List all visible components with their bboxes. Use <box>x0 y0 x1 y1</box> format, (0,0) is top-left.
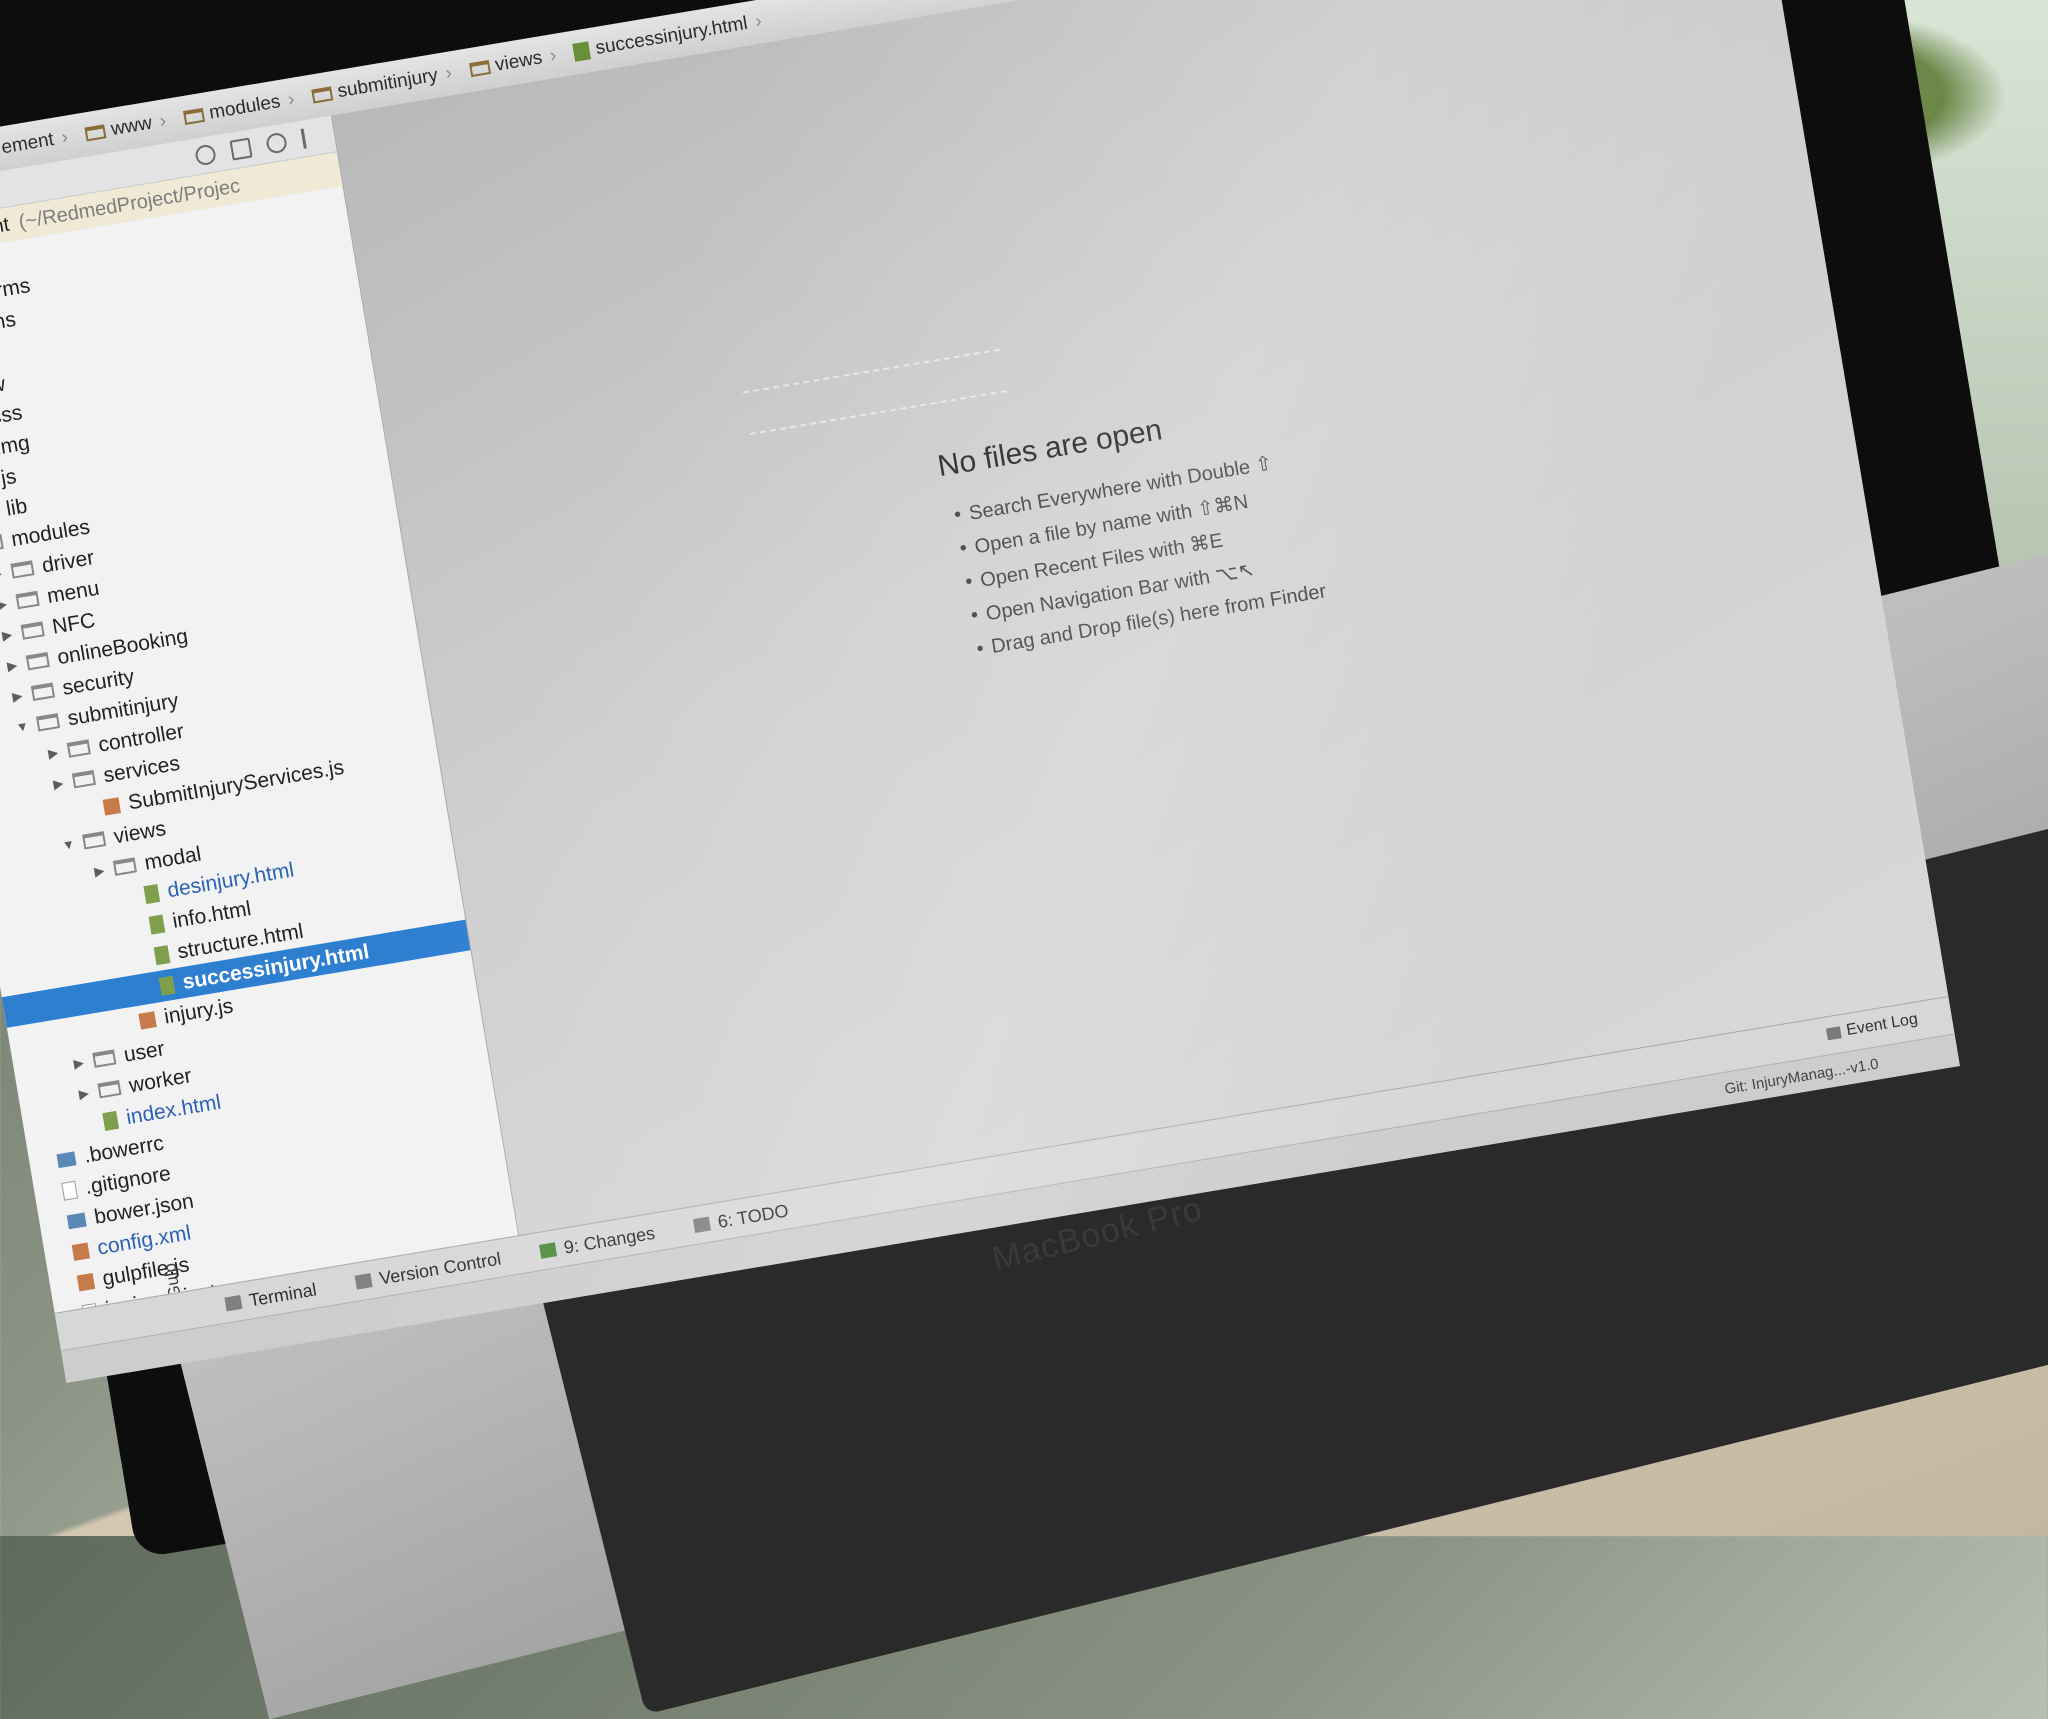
expand-right-icon[interactable]: ▶ <box>45 744 61 762</box>
folder-icon <box>182 107 205 126</box>
expand-right-icon <box>46 1223 60 1225</box>
breadcrumb-separator-icon: › <box>548 44 558 67</box>
html-icon <box>143 883 161 904</box>
expand-right-icon[interactable]: ▶ <box>0 565 5 583</box>
expand-right-icon[interactable]: ▶ <box>4 656 20 674</box>
expand-right-icon <box>41 1193 55 1195</box>
folder-icon <box>468 60 491 78</box>
expand-right-icon[interactable]: ▶ <box>91 862 107 880</box>
file-icon <box>61 1180 78 1201</box>
html-icon <box>102 1110 119 1131</box>
empty-editor-hints: Search Everywhere with Double ⇧Open a fi… <box>952 440 1329 666</box>
json-icon <box>66 1212 87 1229</box>
event-log-icon <box>1825 1026 1842 1041</box>
expand-down-icon[interactable]: ▼ <box>14 718 30 735</box>
editor-watermark <box>742 348 1007 435</box>
event-log-label: Event Log <box>1845 1010 1920 1040</box>
expand-right-icon <box>133 957 147 959</box>
js-icon <box>76 1272 96 1291</box>
breadcrumb-label: views <box>493 47 544 76</box>
html-icon <box>158 975 176 996</box>
bottom-tab-label: 6: TODO <box>716 1199 790 1232</box>
breadcrumb-separator-icon: › <box>753 10 764 33</box>
folder-icon <box>0 533 4 553</box>
folder-icon <box>10 560 35 579</box>
expand-right-icon <box>82 1123 96 1125</box>
folder-icon <box>15 590 40 610</box>
html-icon <box>148 914 166 935</box>
folder-icon <box>311 86 334 104</box>
breadcrumb-label: ement <box>0 129 56 159</box>
expand-right-icon <box>51 1254 65 1256</box>
expand-right-icon <box>36 1162 50 1164</box>
breadcrumb-label: www <box>109 112 154 141</box>
expand-right-icon[interactable]: ▶ <box>76 1084 92 1102</box>
breadcrumb-separator-icon: › <box>59 126 70 149</box>
expand-right-icon <box>56 1284 70 1286</box>
breadcrumb-item[interactable]: www › <box>72 110 168 147</box>
expand-right-icon[interactable]: ▶ <box>0 626 15 644</box>
breadcrumb-separator-icon: › <box>443 62 454 85</box>
todo-icon <box>693 1216 712 1233</box>
html-icon <box>153 944 171 965</box>
vcs-icon <box>354 1273 373 1290</box>
folder-icon <box>84 124 107 142</box>
expand-down-icon[interactable]: ▼ <box>60 836 76 853</box>
sync-icon[interactable] <box>194 143 218 167</box>
expand-right-icon[interactable]: ▶ <box>50 774 66 792</box>
breadcrumb-label: submitinjury <box>336 64 440 103</box>
expand-right-icon[interactable]: ▶ <box>70 1054 86 1072</box>
js-icon <box>71 1241 90 1261</box>
bottom-tab-label: Terminal <box>247 1278 318 1310</box>
js-icon <box>138 1010 157 1030</box>
breadcrumb-separator-icon: › <box>158 110 168 132</box>
js-icon <box>102 796 121 816</box>
tree-item-label: NFC <box>50 608 97 639</box>
folder-icon <box>112 857 137 876</box>
collapse-all-icon[interactable] <box>229 137 253 161</box>
folder-icon <box>25 651 50 671</box>
gear-icon[interactable] <box>265 131 289 155</box>
folder-icon <box>82 831 107 850</box>
changes-icon <box>539 1242 558 1259</box>
folder-icon <box>66 739 91 758</box>
expand-right-icon <box>138 988 152 990</box>
breadcrumb-label: modules <box>207 91 282 124</box>
folder-icon <box>30 682 56 701</box>
tree-item-label: user <box>122 1036 167 1067</box>
terminal-icon <box>224 1294 243 1312</box>
tree-item-label: js <box>0 464 18 490</box>
expand-right-icon[interactable]: ▶ <box>9 687 25 705</box>
expand-right-icon[interactable]: ▶ <box>0 595 10 613</box>
tree-item-label: css <box>0 400 24 429</box>
html-file-icon <box>572 41 592 62</box>
folder-icon <box>35 713 61 732</box>
breadcrumb-item[interactable]: ement › <box>0 127 70 160</box>
tree-item-label: lib <box>4 493 29 521</box>
breadcrumb-item[interactable]: views › <box>456 45 558 83</box>
tree-item-label: img <box>0 430 32 459</box>
expand-right-icon <box>123 896 137 898</box>
expand-right-icon <box>82 809 96 811</box>
folder-icon <box>71 769 97 789</box>
breadcrumb-separator-icon: › <box>286 88 297 111</box>
folder-icon <box>97 1079 122 1099</box>
folder-icon <box>92 1049 117 1068</box>
expand-right-icon <box>118 1023 132 1025</box>
expand-right-icon <box>128 927 142 929</box>
hide-panel-icon[interactable] <box>300 125 324 149</box>
folder-icon <box>20 621 45 640</box>
json-icon <box>56 1150 77 1168</box>
